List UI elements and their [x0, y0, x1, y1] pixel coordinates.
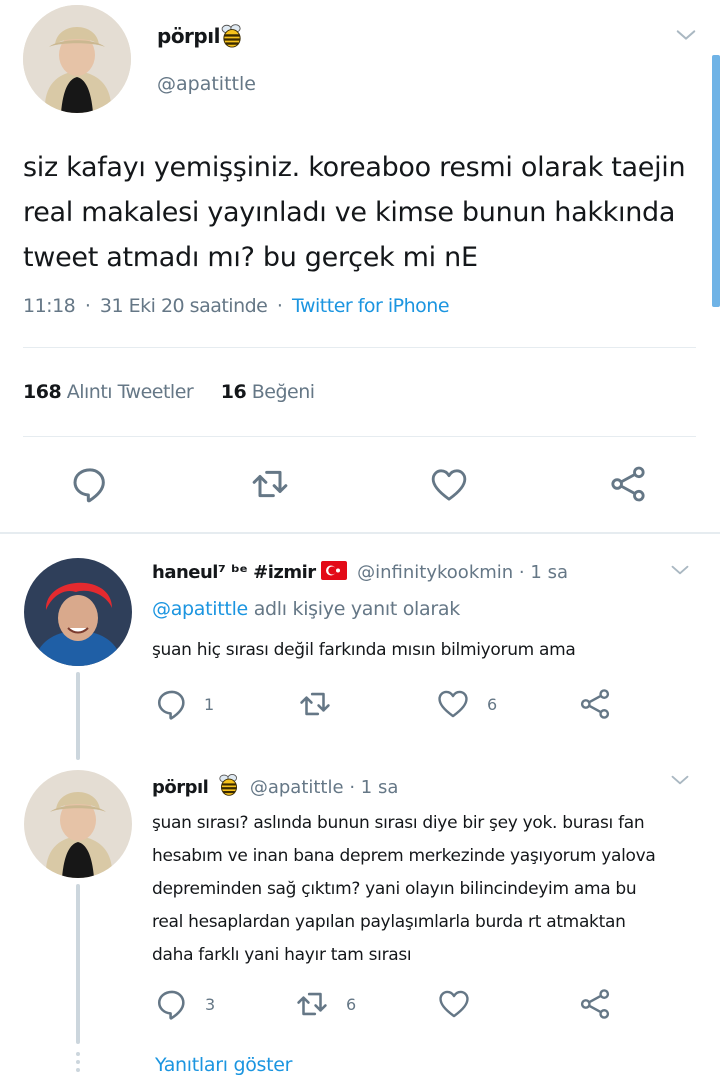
meta-dot: · [518, 562, 525, 583]
reply-author-handle[interactable]: @apatittle [250, 777, 344, 798]
quote-label: Alıntı Tweetler [66, 381, 194, 403]
reply-text-line: şuan sırası? aslında bunun sırası diye b… [152, 813, 645, 833]
section-separator [0, 532, 720, 534]
thread-dots [76, 1052, 80, 1072]
show-replies-link[interactable]: Yanıtları göster [155, 1054, 293, 1076]
reply-author-name[interactable]: haneul⁷ ᵇᵉ #izmir [152, 562, 316, 583]
heart-icon[interactable] [429, 465, 469, 505]
reply-text: şuan sırası? aslında bunun sırası diye b… [152, 807, 656, 972]
tweet-time[interactable]: 11:18 [23, 295, 76, 317]
author-handle[interactable]: @apatittle [157, 73, 256, 95]
reply-count: 1 [204, 695, 215, 714]
chevron-down-icon[interactable] [674, 24, 698, 46]
scrollbar-thumb[interactable] [712, 55, 720, 307]
tweet-text-line: siz kafayı yemişşiniz. koreaboo resmi ol… [23, 152, 686, 183]
reply-header: pörpıl @apatittle · 1 sa [152, 772, 398, 803]
reply-time[interactable]: 1 sa [530, 562, 568, 583]
reply-text-line: depreminden sağ çıktım? yani olayın bili… [152, 879, 637, 899]
retweet-count: 6 [346, 995, 357, 1014]
turkey-flag-icon [321, 561, 348, 580]
meta-dot: · [276, 295, 283, 317]
reply-icon[interactable] [70, 464, 110, 504]
share-icon[interactable] [608, 464, 648, 504]
author-avatar[interactable] [23, 5, 131, 113]
reply-header: haneul⁷ ᵇᵉ #izmir @infinitykookmin · 1 s… [152, 561, 568, 583]
thread-line [76, 884, 80, 1044]
tweet-text-line: real makalesi yayınladı ve kimse bunun h… [23, 197, 676, 228]
reply-count: 3 [205, 995, 216, 1014]
tweet-meta: 11:18 · 31 Eki 20 saatinde · Twitter for… [23, 295, 450, 317]
reply-time[interactable]: 1 sa [361, 777, 399, 798]
like-label: Beğeni [251, 381, 315, 403]
retweet-icon[interactable] [247, 464, 293, 504]
tweet-stats: 168 Alıntı Tweetler 16 Beğeni [23, 381, 315, 403]
like-count-value: 16 [220, 381, 247, 403]
divider [23, 436, 696, 437]
quote-count-value: 168 [23, 381, 62, 403]
heart-icon[interactable] [437, 987, 471, 1021]
thread-line [76, 672, 80, 760]
reply-to-suffix: adlı kişiye yanıt olarak [253, 598, 461, 620]
author-name[interactable]: pörpıl [157, 24, 220, 48]
reply-author-handle[interactable]: @infinitykookmin [357, 562, 513, 583]
like-count[interactable]: 16 Beğeni [221, 381, 315, 403]
quote-count[interactable]: 168 Alıntı Tweetler [23, 381, 194, 403]
reply-icon[interactable] [155, 987, 189, 1021]
reply-text: şuan hiç sırası değil farkında mısın bil… [152, 640, 576, 660]
tweet-text: siz kafayı yemişşiniz. koreaboo resmi ol… [23, 145, 713, 280]
bee-emoji-icon [216, 772, 242, 803]
reply-text-line: real hesaplardan yapılan paylaşımlarla b… [152, 912, 626, 932]
chevron-down-icon[interactable] [668, 560, 692, 580]
heart-icon[interactable] [436, 687, 470, 721]
meta-dot: · [349, 777, 356, 798]
tweet-date[interactable]: 31 Eki 20 saatinde [100, 295, 268, 317]
reply-text-line: hesabım ve inan bana deprem merkezinde y… [152, 846, 656, 866]
retweet-icon[interactable] [296, 687, 334, 721]
chevron-down-icon[interactable] [668, 770, 692, 790]
bee-emoji-icon [218, 22, 246, 50]
reply-to-handle-link[interactable]: @apatittle [152, 598, 248, 620]
divider [23, 347, 696, 348]
retweet-icon[interactable] [293, 987, 331, 1021]
tweet-text-line: tweet atmadı mı? bu gerçek mi nE [23, 242, 478, 273]
reply-avatar[interactable] [24, 770, 132, 878]
reply-author-name[interactable]: pörpıl [152, 777, 209, 798]
reply-context: @apatittle adlı kişiye yanıt olarak [152, 598, 460, 620]
meta-dot: · [84, 295, 91, 317]
tweet-source-link[interactable]: Twitter for iPhone [292, 295, 450, 317]
like-count: 6 [487, 695, 498, 714]
reply-icon[interactable] [155, 687, 189, 721]
share-icon[interactable] [578, 687, 612, 721]
reply-avatar[interactable] [24, 558, 132, 666]
share-icon[interactable] [578, 987, 612, 1021]
reply-text-line: daha farklı yani hayır tam sırası [152, 945, 412, 965]
